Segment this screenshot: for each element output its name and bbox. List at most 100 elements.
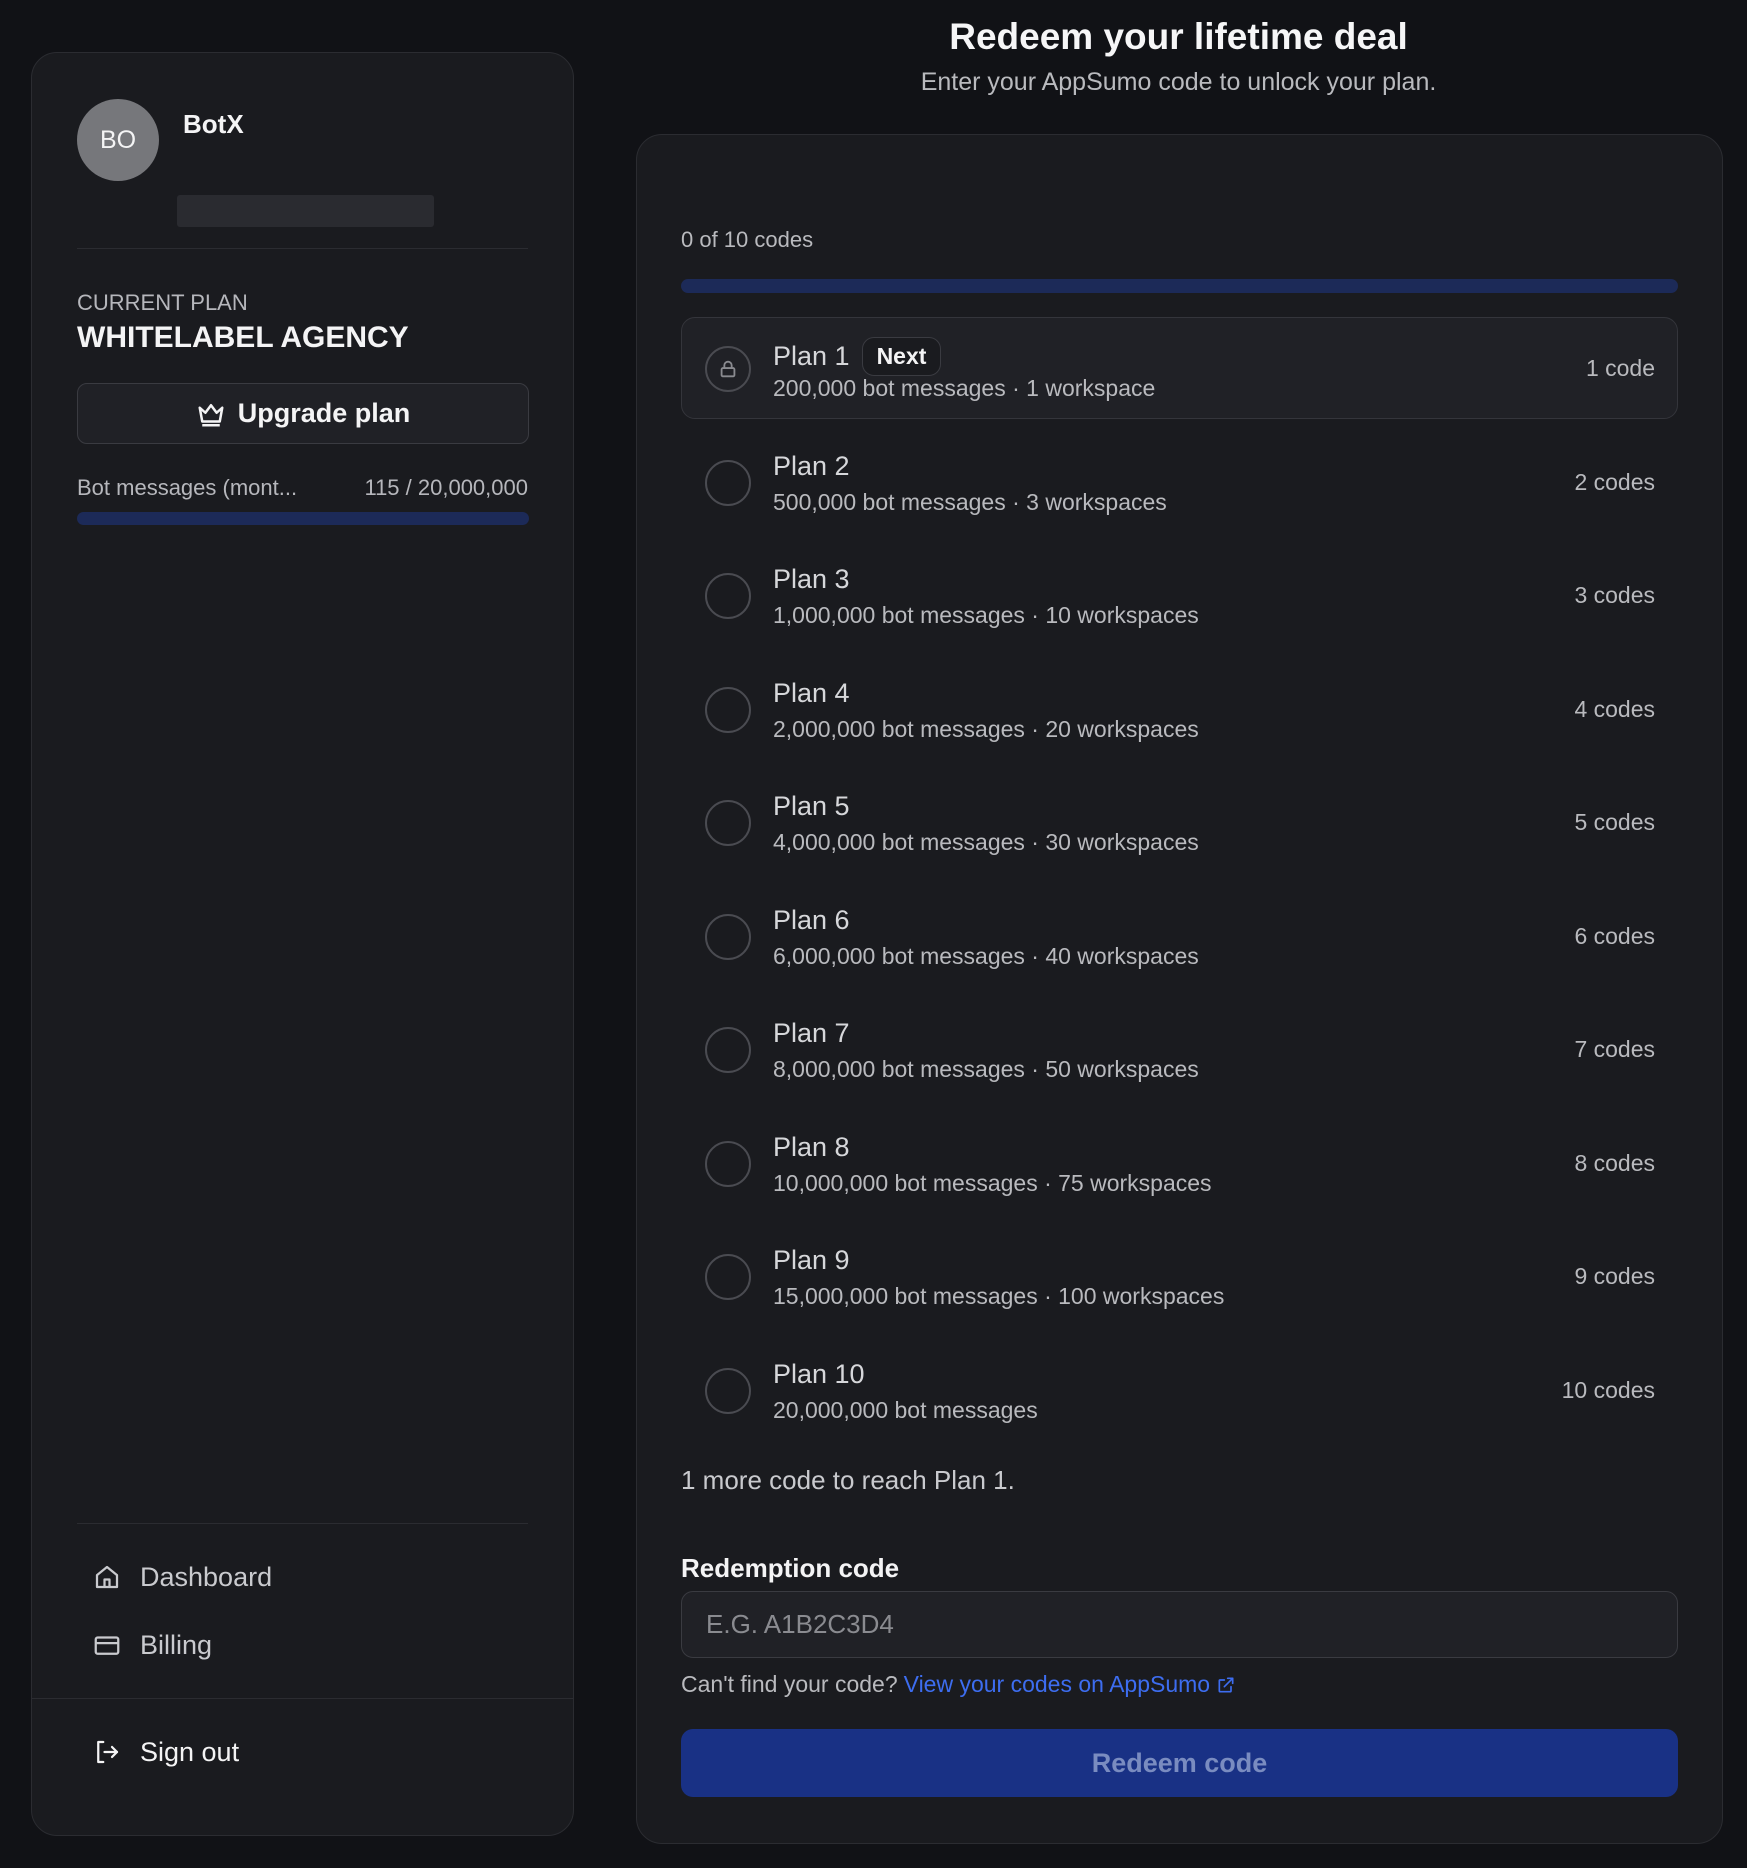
- radio-circle-icon: [705, 686, 751, 733]
- plan-code-count: 8 codes: [1574, 1149, 1655, 1176]
- codes-progress-bar: [681, 279, 1678, 293]
- plan-option-10[interactable]: Plan 10 20,000,000 bot messages 10 codes: [681, 1339, 1678, 1441]
- redemption-code-label: Redemption code: [681, 1553, 900, 1583]
- plan-option-4[interactable]: Plan 4 2,000,000 bot messages · 20 worksp…: [681, 658, 1678, 760]
- plan-name: Plan 10: [773, 1358, 865, 1389]
- redeem-card: 0 of 10 codes Plan 1 Next 200,000 bot mess…: [636, 134, 1723, 1844]
- radio-circle-icon: [705, 573, 751, 619]
- plan-title: Plan 1 Next: [773, 337, 942, 376]
- plan-description: 1,000,000 bot messages · 10 workspaces: [773, 602, 1199, 628]
- plan-code-count: 10 codes: [1561, 1376, 1655, 1403]
- plan-code-count: 6 codes: [1574, 922, 1655, 949]
- next-badge: Next: [861, 337, 942, 376]
- plan-description: 4,000,000 bot messages · 30 workspaces: [773, 829, 1199, 855]
- nav-divider: [77, 1523, 528, 1524]
- help-line: Can't find your code? View your codes on…: [681, 1671, 1236, 1698]
- plan-description: 6,000,000 bot messages · 40 workspaces: [773, 942, 1199, 969]
- sign-out-button[interactable]: Sign out: [92, 1730, 239, 1774]
- profile-section: BO BotX: [77, 99, 528, 249]
- radio-circle-icon: [705, 459, 751, 506]
- plan-description: 15,000,000 bot messages · 100 workspaces: [773, 1283, 1225, 1309]
- plan-option-2[interactable]: Plan 2 500,000 bot messages · 3 workspace…: [681, 431, 1678, 533]
- plan-name: Plan 5: [773, 791, 850, 821]
- plan-option-3[interactable]: Plan 3 1,000,000 bot messages · 10 worksp…: [681, 544, 1678, 646]
- plan-name: Plan 2: [773, 450, 850, 481]
- plan-name: Plan 3: [773, 564, 850, 594]
- plan-title: Plan 6: [773, 905, 850, 936]
- plan-option-9[interactable]: Plan 9 15,000,000 bot messages · 100 work…: [681, 1225, 1678, 1327]
- home-icon: [95, 1565, 119, 1589]
- lock-icon: [705, 346, 751, 392]
- sign-out-icon: [97, 1740, 119, 1764]
- radio-circle-icon: [705, 1254, 751, 1300]
- plan-code-count: 4 codes: [1574, 695, 1655, 722]
- external-link-icon: [1218, 1677, 1234, 1692]
- radio-circle-icon: [705, 913, 751, 960]
- current-plan-name: WHITELABEL AGENCY: [77, 321, 409, 354]
- plan-code-count: 1 code: [1585, 355, 1655, 381]
- sidebar-item-label: Dashboard: [140, 1561, 273, 1592]
- plan-name: Plan 6: [773, 904, 850, 935]
- plan-title: Plan 8: [773, 1132, 850, 1163]
- plan-name: Plan 8: [773, 1131, 850, 1162]
- plan-title: Plan 4: [773, 678, 850, 709]
- plan-title: Plan 2: [773, 451, 850, 482]
- radio-circle-icon: [705, 800, 751, 846]
- usage-value: 115 / 20,000,000: [364, 475, 528, 500]
- plan-option-1[interactable]: Plan 1 Next 200,000 bot messages · 1 works…: [681, 317, 1678, 419]
- plan-code-count: 9 codes: [1574, 1263, 1655, 1289]
- usage-label: Bot messages (mont...: [77, 475, 298, 500]
- avatar[interactable]: BO: [77, 99, 159, 181]
- sidebar: BO BotX CURRENT PLAN WHITELABEL AGENCY U…: [31, 52, 574, 1836]
- plan-name: Plan 4: [773, 677, 850, 708]
- appsumo-codes-link[interactable]: View your codes on AppSumo: [904, 1671, 1236, 1698]
- plan-description: 20,000,000 bot messages: [773, 1396, 1038, 1423]
- plan-option-5[interactable]: Plan 5 4,000,000 bot messages · 30 worksp…: [681, 771, 1678, 873]
- plan-title: Plan 5: [773, 791, 850, 822]
- sidebar-item-label: Billing: [140, 1629, 213, 1660]
- sidebar-item-billing[interactable]: Billing: [92, 1623, 212, 1667]
- plan-option-7[interactable]: Plan 7 8,000,000 bot messages · 50 worksp…: [681, 998, 1678, 1100]
- plan-option-6[interactable]: Plan 6 6,000,000 bot messages · 40 worksp…: [681, 885, 1678, 987]
- credit-card-icon: [94, 1636, 120, 1655]
- codes-count: 0 of 10 codes: [681, 227, 814, 252]
- plan-name: Plan 1: [773, 341, 850, 371]
- profile-name: BotX: [183, 109, 244, 139]
- page-title: Redeem your lifetime deal: [949, 16, 1408, 57]
- codes-hint: 1 more code to reach Plan 1.: [681, 1465, 1015, 1495]
- plan-code-count: 3 codes: [1574, 582, 1655, 608]
- sidebar-item-dashboard[interactable]: Dashboard: [92, 1555, 272, 1599]
- redeem-code-button[interactable]: Redeem code: [681, 1729, 1678, 1797]
- plan-name: Plan 7: [773, 1018, 850, 1048]
- plan-description: 500,000 bot messages · 3 workspaces: [773, 488, 1167, 515]
- upgrade-plan-label: Upgrade plan: [237, 398, 411, 428]
- radio-circle-icon: [705, 1367, 751, 1414]
- upgrade-plan-button[interactable]: Upgrade plan: [77, 383, 529, 444]
- plan-title: Plan 10: [773, 1359, 865, 1390]
- plan-name: Plan 9: [773, 1245, 850, 1275]
- sign-out-label: Sign out: [140, 1736, 240, 1767]
- page-subtitle: Enter your AppSumo code to unlock your p…: [920, 68, 1437, 96]
- current-plan-caption: CURRENT PLAN: [77, 290, 248, 315]
- radio-circle-icon: [705, 1027, 751, 1073]
- crown-icon: [198, 403, 224, 426]
- signout-divider: [32, 1698, 573, 1699]
- plan-description: 2,000,000 bot messages · 20 workspaces: [773, 715, 1199, 742]
- appsumo-codes-link-label: View your codes on AppSumo: [903, 1671, 1211, 1697]
- plan-code-count: 7 codes: [1574, 1036, 1655, 1062]
- plan-title: Plan 3: [773, 564, 850, 595]
- radio-circle-icon: [705, 1140, 751, 1187]
- plan-description: 8,000,000 bot messages · 50 workspaces: [773, 1056, 1199, 1082]
- plan-title: Plan 7: [773, 1018, 850, 1049]
- help-text: Can't find your code?: [681, 1671, 898, 1697]
- redemption-code-input[interactable]: [681, 1591, 1678, 1658]
- plan-code-count: 2 codes: [1574, 468, 1655, 495]
- plan-description: 10,000,000 bot messages · 75 workspaces: [773, 1169, 1212, 1196]
- plan-title: Plan 9: [773, 1245, 850, 1276]
- usage-progress-bar: [77, 512, 529, 525]
- plan-list: Plan 1 Next 200,000 bot messages · 1 works…: [681, 317, 1678, 1452]
- profile-email-redacted: [177, 195, 434, 227]
- plan-option-8[interactable]: Plan 8 10,000,000 bot messages · 75 works…: [681, 1112, 1678, 1214]
- plan-description: 200,000 bot messages · 1 workspace: [773, 375, 1156, 401]
- plan-code-count: 5 codes: [1574, 809, 1655, 835]
